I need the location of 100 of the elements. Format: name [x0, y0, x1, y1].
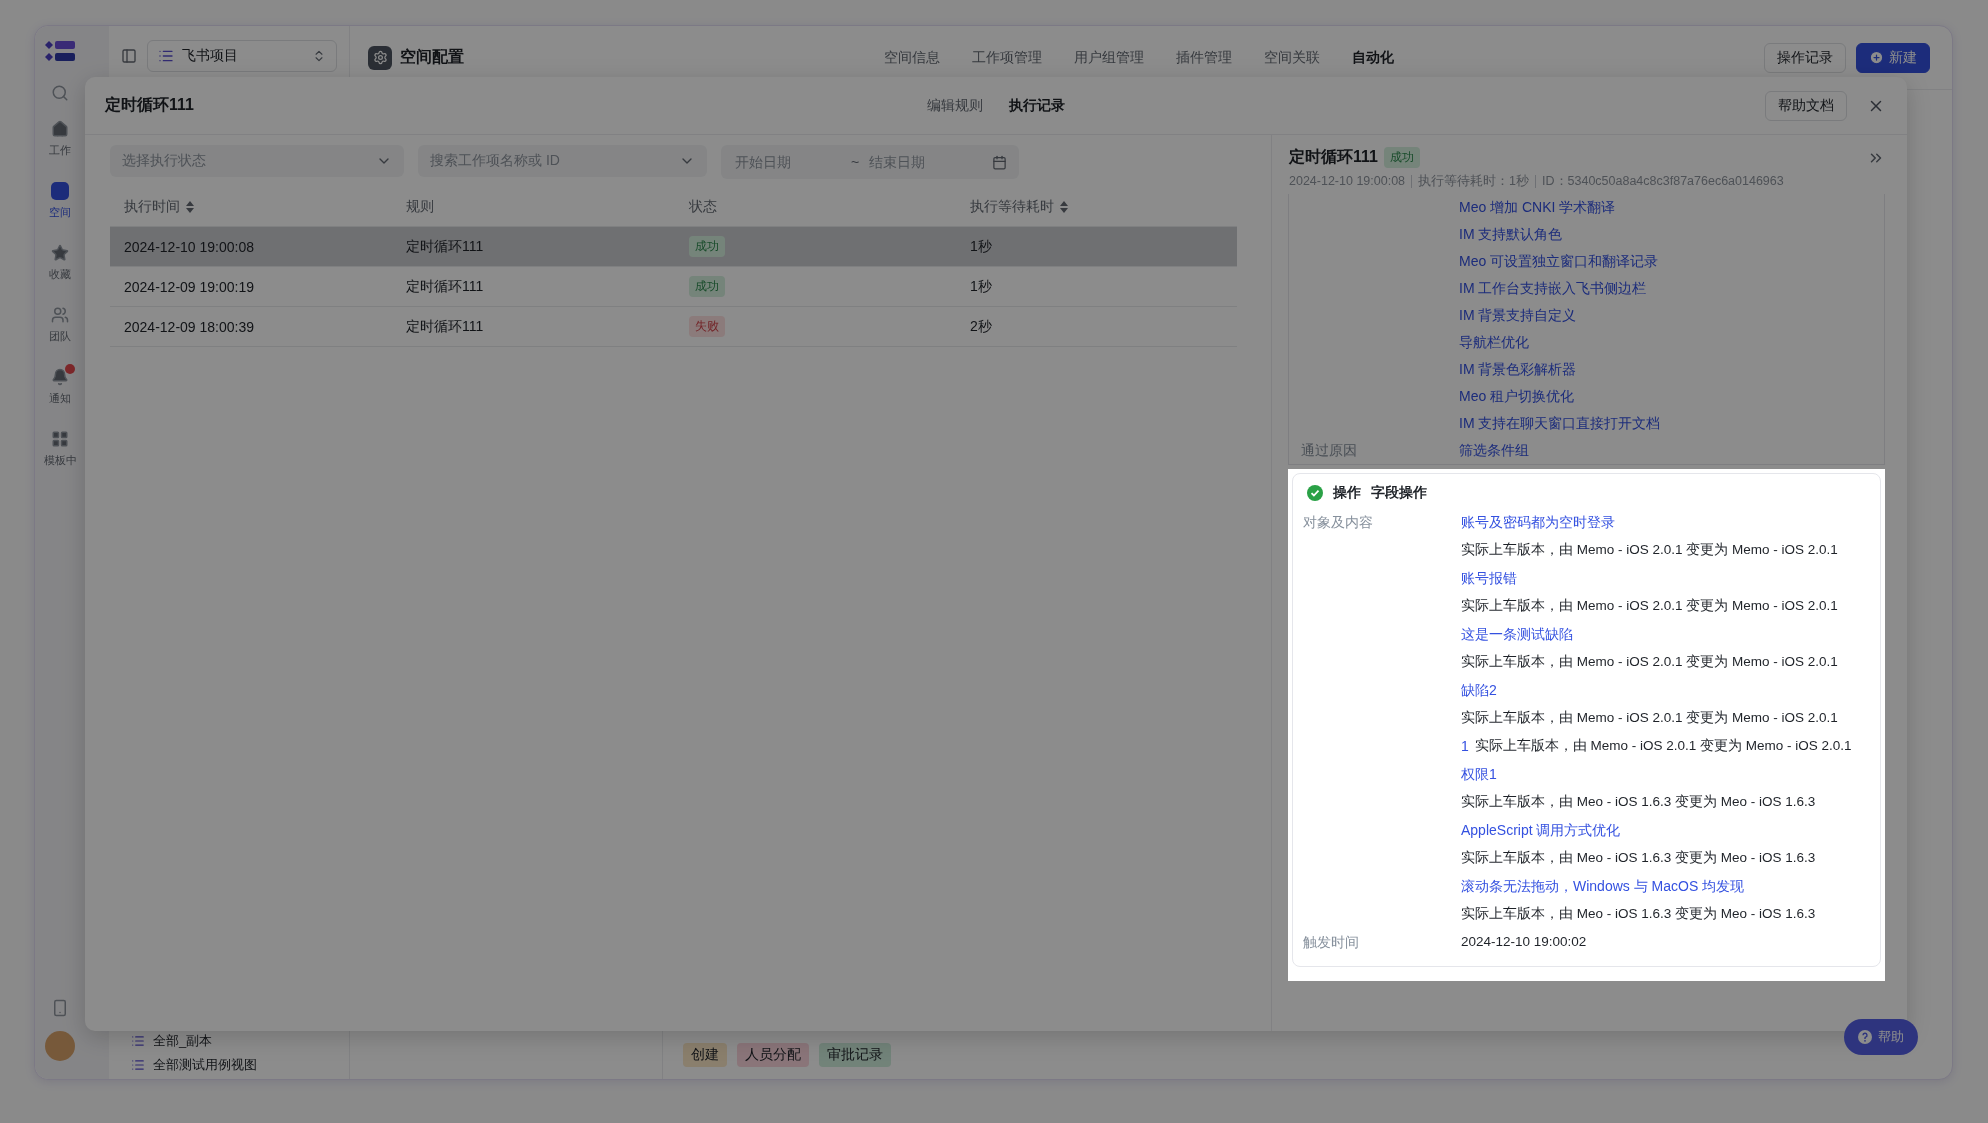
nav-item[interactable]: 空间: [35, 174, 85, 226]
table-row[interactable]: 2024-12-09 19:00:19 定时循环111 成功 1秒: [110, 267, 1237, 307]
nav-tab[interactable]: 用户组管理: [1074, 44, 1144, 71]
action-type: 字段操作: [1371, 484, 1427, 502]
nav-item[interactable]: 团队: [35, 298, 85, 350]
change-text: 实际上车版本，由 Memo - iOS 2.0.1 变更为 Memo - iOS 2.0.1: [1461, 541, 1838, 559]
item-link[interactable]: Meo 增加 CNKI 学术翻译: [1459, 194, 1872, 221]
item-link[interactable]: 缺陷2: [1461, 676, 1497, 704]
logo-icon: [45, 40, 75, 62]
change-text: 实际上车版本，由 Meo - iOS 1.6.3 变更为 Meo - iOS 1.6.3: [1461, 849, 1816, 867]
table-cell-text: 2024-12-09 18:00:39: [123, 318, 255, 335]
item-link[interactable]: IM 工作台支持嵌入飞书侧边栏: [1459, 275, 1872, 302]
avatar[interactable]: [45, 1031, 75, 1061]
change-text: 实际上车版本，由 Meo - iOS 1.6.3 变更为 Meo - iOS 1.6.3: [1461, 905, 1816, 923]
item-link[interactable]: IM 支持默认角色: [1459, 221, 1872, 248]
table-cell-text: 定时循环111: [405, 317, 485, 336]
plus-icon: [1869, 50, 1884, 65]
field-label: 通过原因: [1301, 441, 1358, 460]
help-icon: [1858, 1030, 1872, 1044]
item-link[interactable]: IM 背景色彩解析器: [1459, 356, 1872, 383]
item-link[interactable]: 1: [1461, 732, 1469, 760]
column-header: 执行时间: [124, 197, 180, 216]
column-header: 规则: [406, 197, 434, 216]
nav-tab[interactable]: 空间关联: [1264, 44, 1320, 71]
team-icon: [51, 306, 69, 324]
table-row[interactable]: 2024-12-10 19:00:08 定时循环111 成功 1秒: [110, 227, 1237, 267]
calendar-icon[interactable]: [992, 154, 1007, 170]
item-link[interactable]: 滚动条无法拖动，Windows 与 MacOS 均发现: [1461, 872, 1745, 900]
space-icon: [51, 182, 69, 200]
status-badge: 失败: [689, 316, 725, 337]
change-text: 实际上车版本，由 Meo - iOS 1.6.3 变更为 Meo - iOS 1.6.3: [1461, 793, 1816, 811]
phone-icon[interactable]: [51, 999, 69, 1017]
log-button[interactable]: 操作记录: [1764, 42, 1846, 73]
tag: 创建: [683, 1043, 727, 1067]
table-cell-text: 2秒: [969, 317, 993, 336]
meta-text: 2024-12-10 19:00:08: [1289, 175, 1407, 188]
settings-icon: [368, 45, 392, 70]
sidebar-toggle-icon[interactable]: [121, 48, 137, 64]
status-badge: 成功: [689, 236, 725, 257]
project-selector[interactable]: 飞书项目: [147, 40, 337, 72]
item-link[interactable]: Meo 租户切换优化: [1459, 383, 1872, 410]
meta-text: 执行等待耗时：1秒: [1411, 175, 1536, 188]
table-cell-text: 1秒: [969, 277, 993, 296]
notification-dot: [65, 364, 75, 374]
dialog-tab[interactable]: 执行记录: [1009, 92, 1065, 119]
nav-tab[interactable]: 自动化: [1352, 44, 1394, 71]
item-link[interactable]: 账号及密码都为空时登录: [1461, 508, 1615, 536]
status-badge: 成功: [1383, 147, 1420, 168]
change-text: 实际上车版本，由 Memo - iOS 2.0.1 变更为 Memo - iOS 2.0.1: [1461, 597, 1838, 615]
help-doc-button[interactable]: 帮助文档: [1765, 90, 1847, 121]
item-link[interactable]: AppleScript 调用方式优化: [1461, 816, 1621, 844]
field-value: 2024-12-10 19:00:02: [1461, 933, 1588, 951]
grid-icon: [51, 430, 69, 448]
field-label: 对象及内容: [1303, 513, 1374, 532]
nav-tab[interactable]: 空间信息: [884, 44, 940, 71]
item-link[interactable]: Meo 可设置独立窗口和翻译记录: [1459, 248, 1872, 275]
table-cell-text: 定时循环111: [405, 277, 485, 296]
item-link[interactable]: IM 背景支持自定义: [1459, 302, 1872, 329]
item-link[interactable]: 导航栏优化: [1459, 329, 1872, 356]
list-icon: [131, 1034, 145, 1048]
dialog-tab[interactable]: 编辑规则: [927, 92, 983, 119]
create-button[interactable]: 新建: [1856, 42, 1930, 73]
page-title: 空间配置: [400, 47, 464, 67]
range-separator: ~: [851, 154, 860, 170]
nav-item[interactable]: 收藏: [35, 236, 85, 288]
view-item[interactable]: 全部_副本: [131, 1031, 337, 1051]
action-title: 操作: [1333, 484, 1361, 502]
item-link[interactable]: 这是一条测试缺陷: [1461, 620, 1573, 648]
field-label: 触发时间: [1303, 933, 1360, 952]
table-cell-text: 1秒: [969, 237, 993, 256]
success-check-icon: [1307, 485, 1323, 501]
item-link[interactable]: 权限1: [1461, 760, 1497, 788]
change-text: 实际上车版本，由 Memo - iOS 2.0.1 变更为 Memo - iOS 2.0.1: [1461, 653, 1838, 671]
dialog-title: 定时循环111: [105, 95, 195, 115]
star-icon: [51, 244, 69, 262]
item-link[interactable]: IM 支持在聊天窗口直接打开文档: [1459, 410, 1872, 437]
bell-icon: [51, 368, 69, 386]
item-link[interactable]: 账号报错: [1461, 564, 1517, 592]
meta-text: ID：5340c50a8a4c8c3f87a76ec6a0146963: [1535, 175, 1790, 188]
tag: 审批记录: [819, 1043, 891, 1067]
item-link[interactable]: 筛选条件组: [1459, 437, 1872, 464]
view-item[interactable]: 全部测试用例视图: [131, 1055, 337, 1075]
column-header: 状态: [689, 197, 717, 216]
search-icon[interactable]: [51, 84, 69, 102]
nav-item[interactable]: 工作: [35, 112, 85, 164]
sort-icon[interactable]: [186, 200, 194, 213]
nav-tab[interactable]: 插件管理: [1176, 44, 1232, 71]
change-text: 实际上车版本，由 Memo - iOS 2.0.1 变更为 Memo - iOS 2.0.1: [1474, 737, 1852, 755]
table-cell-text: 定时循环111: [405, 237, 485, 256]
nav-item[interactable]: 通知: [35, 360, 85, 412]
tag: 人员分配: [737, 1043, 809, 1067]
help-button[interactable]: 帮助: [1844, 1019, 1918, 1055]
table-row[interactable]: 2024-12-09 18:00:39 定时循环111 失败 2秒: [110, 307, 1237, 347]
status-badge: 成功: [689, 276, 725, 297]
list-icon: [158, 48, 174, 64]
table-cell-text: 2024-12-09 19:00:19: [123, 278, 255, 295]
nav-tab[interactable]: 工作项管理: [972, 44, 1042, 71]
change-text: 实际上车版本，由 Memo - iOS 2.0.1 变更为 Memo - iOS 2.0.1: [1461, 709, 1838, 727]
sort-icon[interactable]: [1060, 200, 1068, 213]
nav-item[interactable]: 模板中: [35, 422, 85, 474]
